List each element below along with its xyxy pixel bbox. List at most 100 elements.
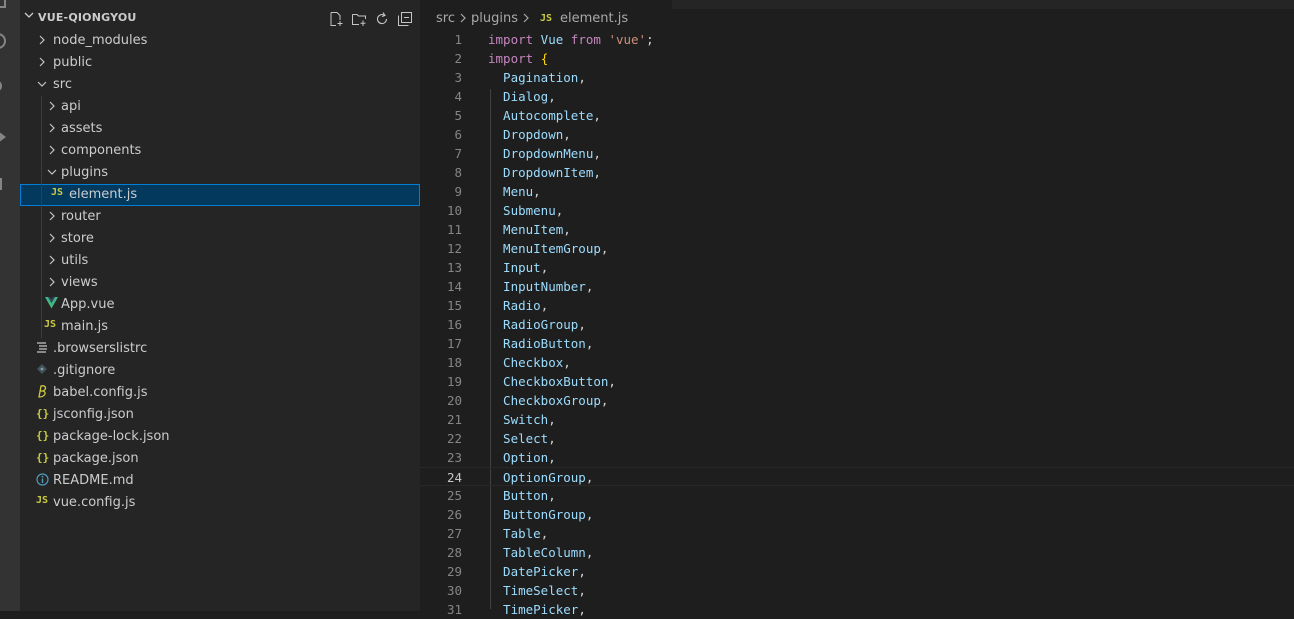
code-line[interactable]: 8 DropdownItem, <box>420 163 1294 182</box>
chevron-down-icon[interactable] <box>24 10 34 23</box>
code-line[interactable]: 15 Radio, <box>420 296 1294 315</box>
chevron-right-icon[interactable] <box>46 143 58 157</box>
new-folder-icon[interactable] <box>350 10 368 28</box>
tree-item-label: assets <box>61 121 103 136</box>
explorer-header[interactable]: VUE-QIONGYOU <box>20 8 420 30</box>
code-line[interactable]: 7 DropdownMenu, <box>420 144 1294 163</box>
line-number: 4 <box>454 89 462 104</box>
tree-item-label: plugins <box>61 165 108 180</box>
tree-file[interactable]: JS vue.config.js <box>20 492 420 514</box>
code-text: Pagination, <box>488 68 586 87</box>
code-line[interactable]: 18 Checkbox, <box>420 353 1294 372</box>
code-line[interactable]: 23 Option, <box>420 448 1294 467</box>
tree-folder[interactable]: utils <box>20 250 420 272</box>
extensions-icon[interactable] <box>0 178 2 190</box>
code-line[interactable]: 4 Dialog, <box>420 87 1294 106</box>
refresh-icon[interactable] <box>373 10 391 28</box>
code-token: CheckboxButton <box>488 374 609 389</box>
tree-file[interactable]: .gitignore <box>20 360 420 382</box>
chevron-right-icon[interactable] <box>46 99 58 113</box>
tree-file[interactable]: JS main.js <box>20 316 420 338</box>
code-line[interactable]: 17 RadioButton, <box>420 334 1294 353</box>
code-line[interactable]: 2 import { <box>420 49 1294 68</box>
tree-file[interactable]: .browserslistrc <box>20 338 420 360</box>
code-line[interactable]: 22 Select, <box>420 429 1294 448</box>
explorer-icon[interactable] <box>0 0 6 8</box>
tree-item-label: views <box>61 275 98 290</box>
code-line[interactable]: 13 Input, <box>420 258 1294 277</box>
code-token: , <box>555 203 564 218</box>
chevron-right-icon[interactable] <box>46 275 58 289</box>
tree-folder[interactable]: store <box>20 228 420 250</box>
code-line[interactable]: 14 InputNumber, <box>420 277 1294 296</box>
code-line[interactable]: 19 CheckboxButton, <box>420 372 1294 391</box>
new-file-icon[interactable] <box>327 10 345 28</box>
code-line[interactable]: 3 Pagination, <box>420 68 1294 87</box>
code-token: Pagination <box>488 70 579 85</box>
tree-folder[interactable]: node_modules <box>20 30 420 52</box>
line-number: 17 <box>446 336 462 351</box>
tree-folder[interactable]: assets <box>20 118 420 140</box>
tab-element-js[interactable] <box>420 0 672 9</box>
chevron-right-icon[interactable] <box>46 209 58 223</box>
breadcrumb-item-plugins[interactable]: plugins <box>471 11 518 26</box>
search-icon[interactable] <box>0 33 6 49</box>
tree-file[interactable]: {} package-lock.json <box>20 426 420 448</box>
code-text: OptionGroup, <box>488 468 593 487</box>
tree-file[interactable]: {} package.json <box>20 448 420 470</box>
code-line[interactable]: 27 Table, <box>420 524 1294 543</box>
tree-folder[interactable]: api <box>20 96 420 118</box>
tree-item-label: README.md <box>53 473 134 488</box>
line-number: 5 <box>454 108 462 123</box>
tree-file[interactable]: {} jsconfig.json <box>20 404 420 426</box>
chevron-down-icon[interactable] <box>36 77 48 91</box>
code-line[interactable]: 24 OptionGroup, <box>420 467 1294 486</box>
tree-folder[interactable]: router <box>20 206 420 228</box>
settings-file-icon <box>36 341 48 356</box>
line-number: 8 <box>454 165 462 180</box>
tree-file[interactable]: JS element.js <box>20 184 420 206</box>
code-line[interactable]: 9 Menu, <box>420 182 1294 201</box>
code-line[interactable]: 16 RadioGroup, <box>420 315 1294 334</box>
line-number: 28 <box>446 545 462 560</box>
breadcrumb-item-file[interactable]: element.js <box>560 11 628 26</box>
tree-file[interactable]: babel.config.js <box>20 382 420 404</box>
code-token: , <box>548 431 556 446</box>
tree-folder[interactable]: public <box>20 52 420 74</box>
tree-item-label: .gitignore <box>53 363 116 378</box>
code-line[interactable]: 29 DatePicker, <box>420 562 1294 581</box>
chevron-right-icon[interactable] <box>36 55 48 69</box>
code-line[interactable]: 1 import Vue from 'vue'; <box>420 30 1294 49</box>
tree-folder[interactable]: src <box>20 74 420 96</box>
breadcrumb-item-src[interactable]: src <box>436 11 455 26</box>
code-line[interactable]: 11 MenuItem, <box>420 220 1294 239</box>
code-text: import Vue from 'vue'; <box>488 30 654 49</box>
code-token: MenuItem <box>488 222 564 237</box>
chevron-right-icon[interactable] <box>46 231 58 245</box>
code-line[interactable]: 21 Switch, <box>420 410 1294 429</box>
tree-folder[interactable]: plugins <box>20 162 420 184</box>
code-line[interactable]: 20 CheckboxGroup, <box>420 391 1294 410</box>
tree-folder[interactable]: views <box>20 272 420 294</box>
code-token: , <box>593 146 601 161</box>
code-line[interactable]: 28 TableColumn, <box>420 543 1294 562</box>
collapse-all-icon[interactable] <box>396 10 414 28</box>
tree-file[interactable]: README.md <box>20 470 420 492</box>
tree-file[interactable]: App.vue <box>20 294 420 316</box>
tree-folder[interactable]: components <box>20 140 420 162</box>
code-line[interactable]: 26 ButtonGroup, <box>420 505 1294 524</box>
chevron-right-icon[interactable] <box>46 121 58 135</box>
chevron-down-icon[interactable] <box>46 165 58 179</box>
chevron-right-icon[interactable] <box>36 33 48 47</box>
source-control-icon[interactable] <box>0 80 2 92</box>
code-line[interactable]: 30 TimeSelect, <box>420 581 1294 600</box>
code-line[interactable]: 6 Dropdown, <box>420 125 1294 144</box>
code-line[interactable]: 10 Submenu, <box>420 201 1294 220</box>
code-line[interactable]: 12 MenuItemGroup, <box>420 239 1294 258</box>
run-debug-icon[interactable] <box>0 131 6 143</box>
code-token: , <box>578 317 586 332</box>
chevron-right-icon[interactable] <box>46 253 58 267</box>
code-line[interactable]: 31 TimePicker, <box>420 600 1294 619</box>
code-line[interactable]: 5 Autocomplete, <box>420 106 1294 125</box>
code-line[interactable]: 25 Button, <box>420 486 1294 505</box>
